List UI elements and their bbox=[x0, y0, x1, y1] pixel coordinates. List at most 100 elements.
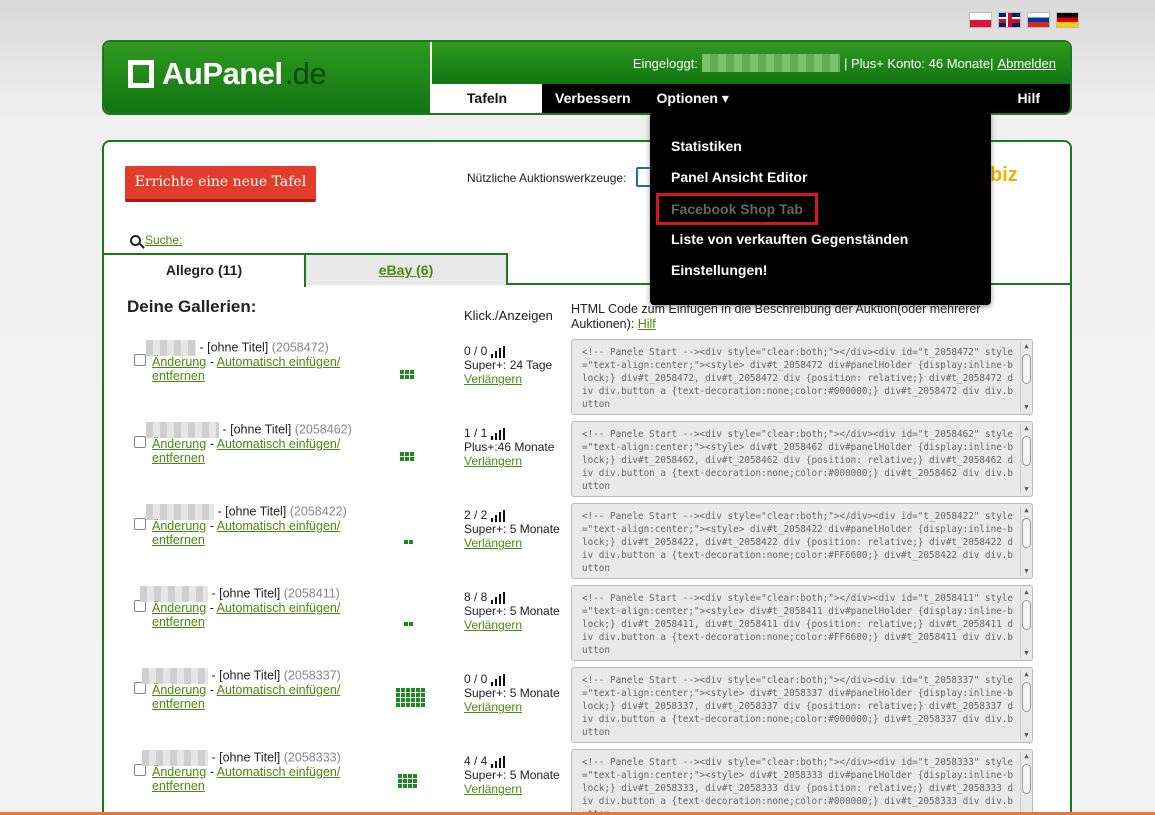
menu-item-einstellungen[interactable]: Einstellungen! bbox=[650, 258, 991, 289]
scroll-thumb[interactable] bbox=[1022, 764, 1031, 794]
scroll-down-icon[interactable]: ▼ bbox=[1022, 649, 1031, 658]
scroll-up-icon[interactable]: ▲ bbox=[1022, 670, 1031, 679]
row-checkbox[interactable] bbox=[134, 436, 146, 448]
html-help-link[interactable]: Hilf bbox=[638, 317, 656, 331]
auto-insert-link[interactable]: Automatisch einfügen/ bbox=[217, 683, 341, 697]
scroll-up-icon[interactable]: ▲ bbox=[1022, 588, 1031, 597]
new-panel-button[interactable]: Errichte eine neue Tafel bbox=[125, 166, 316, 202]
tab-ebay[interactable]: eBay (6) bbox=[306, 253, 508, 285]
code-scrollbar[interactable]: ▲▼ bbox=[1020, 506, 1031, 576]
code-scrollbar[interactable]: ▲▼ bbox=[1020, 588, 1031, 658]
extend-link[interactable]: Verlängern bbox=[464, 372, 522, 386]
panel-layout-icon bbox=[404, 540, 413, 544]
nav-hilf[interactable]: Hilf bbox=[1004, 84, 1070, 113]
change-link[interactable]: Änderung bbox=[152, 437, 206, 451]
extend-link[interactable]: Verlängern bbox=[464, 454, 522, 468]
auto-insert-link[interactable]: Automatisch einfügen/ bbox=[217, 519, 341, 533]
change-link[interactable]: Änderung bbox=[152, 519, 206, 533]
remove-link[interactable]: entfernen bbox=[152, 615, 205, 629]
auto-insert-link[interactable]: Automatisch einfügen/ bbox=[217, 601, 341, 615]
html-code-textarea[interactable]: <!-- Panele Start --><div style="clear:b… bbox=[571, 421, 1033, 497]
remove-link[interactable]: entfernen bbox=[152, 369, 205, 383]
remove-link[interactable]: entfernen bbox=[152, 451, 205, 465]
html-code-textarea[interactable]: <!-- Panele Start --><div style="clear:b… bbox=[571, 667, 1033, 743]
gallery-id: (2058422) bbox=[289, 504, 347, 519]
tool-biz-logo[interactable]: biz bbox=[990, 164, 1018, 187]
gallery-row: - [ohne Titel] (2058411) Änderung - Autom… bbox=[104, 585, 1064, 668]
menu-item-sold-items[interactable]: Liste von verkauften Gegenständen bbox=[650, 227, 991, 258]
stats-chart-icon[interactable] bbox=[490, 592, 505, 604]
menu-item-facebook-shop-tab[interactable]: Facebook Shop Tab bbox=[650, 193, 991, 227]
extend-link[interactable]: Verlängern bbox=[464, 536, 522, 550]
scroll-up-icon[interactable]: ▲ bbox=[1022, 342, 1031, 351]
panel-layout-icon bbox=[400, 370, 414, 379]
scroll-up-icon[interactable]: ▲ bbox=[1022, 506, 1031, 515]
row-links: Änderung - Automatisch einfügen/entferne… bbox=[152, 765, 341, 793]
nav-tafeln[interactable]: Tafeln bbox=[432, 84, 542, 113]
stats-chart-icon[interactable] bbox=[490, 510, 505, 522]
flag-ru-icon[interactable] bbox=[1027, 12, 1050, 28]
redacted-name bbox=[142, 668, 208, 684]
logo-name: AuPanel bbox=[162, 56, 283, 91]
html-code: <!-- Panele Start --><div style="clear:b… bbox=[582, 511, 1013, 574]
html-code: <!-- Panele Start --><div style="clear:b… bbox=[582, 757, 1013, 815]
auto-insert-link[interactable]: Automatisch einfügen/ bbox=[217, 355, 341, 369]
stats-chart-icon[interactable] bbox=[490, 756, 505, 768]
nav-optionen[interactable]: Optionen ▾ bbox=[644, 84, 742, 113]
change-link[interactable]: Änderung bbox=[152, 765, 206, 779]
site-header: AuPanel .de Eingeloggt: | Plus+ Konto: 4… bbox=[102, 40, 1072, 115]
scroll-thumb[interactable] bbox=[1022, 436, 1031, 466]
code-scrollbar[interactable]: ▲▼ bbox=[1020, 342, 1031, 412]
remove-link[interactable]: entfernen bbox=[152, 779, 205, 793]
scroll-thumb[interactable] bbox=[1022, 354, 1031, 384]
scroll-down-icon[interactable]: ▼ bbox=[1022, 485, 1031, 494]
menu-item-panel-editor[interactable]: Panel Ansicht Editor bbox=[650, 165, 991, 196]
row-checkbox[interactable] bbox=[134, 354, 146, 366]
scroll-thumb[interactable] bbox=[1022, 682, 1031, 712]
code-scrollbar[interactable]: ▲▼ bbox=[1020, 670, 1031, 740]
html-code-textarea[interactable]: <!-- Panele Start --><div style="clear:b… bbox=[571, 749, 1033, 815]
scroll-up-icon[interactable]: ▲ bbox=[1022, 424, 1031, 433]
tab-allegro[interactable]: Allegro (11) bbox=[104, 253, 306, 287]
scroll-thumb[interactable] bbox=[1022, 518, 1031, 548]
remove-link[interactable]: entfernen bbox=[152, 697, 205, 711]
row-stats: 0 / 0 Super+: 24 Tage Verlängern bbox=[464, 344, 552, 386]
html-code-textarea[interactable]: <!-- Panele Start --><div style="clear:b… bbox=[571, 503, 1033, 579]
tab-ebay-label[interactable]: eBay (6) bbox=[379, 262, 433, 278]
scroll-down-icon[interactable]: ▼ bbox=[1022, 403, 1031, 412]
flag-gb-icon[interactable] bbox=[998, 12, 1021, 28]
extend-link[interactable]: Verlängern bbox=[464, 700, 522, 714]
stats-chart-icon[interactable] bbox=[490, 346, 505, 358]
flag-de-icon[interactable] bbox=[1056, 12, 1079, 28]
extend-link[interactable]: Verlängern bbox=[464, 618, 522, 632]
change-link[interactable]: Änderung bbox=[152, 683, 206, 697]
stats-chart-icon[interactable] bbox=[490, 674, 505, 686]
search-link[interactable]: Suche: bbox=[145, 233, 182, 247]
stats-chart-icon[interactable] bbox=[490, 428, 505, 440]
logout-link[interactable]: Abmelden bbox=[997, 56, 1056, 71]
panel-layout-icon bbox=[404, 622, 413, 626]
menu-item-statistiken[interactable]: Statistiken bbox=[650, 134, 991, 165]
scroll-down-icon[interactable]: ▼ bbox=[1022, 567, 1031, 576]
html-code-textarea[interactable]: <!-- Panele Start --><div style="clear:b… bbox=[571, 339, 1033, 415]
change-link[interactable]: Änderung bbox=[152, 355, 206, 369]
auto-insert-link[interactable]: Automatisch einfügen/ bbox=[217, 765, 341, 779]
remove-link[interactable]: entfernen bbox=[152, 533, 205, 547]
auto-insert-link[interactable]: Automatisch einfügen/ bbox=[217, 437, 341, 451]
redacted-name bbox=[146, 422, 219, 438]
scroll-down-icon[interactable]: ▼ bbox=[1022, 731, 1031, 740]
logo[interactable]: AuPanel .de bbox=[128, 56, 327, 92]
row-checkbox[interactable] bbox=[134, 518, 146, 530]
extend-link[interactable]: Verlängern bbox=[464, 782, 522, 796]
gallery-row: - [ohne Titel] (2058333) Änderung - Autom… bbox=[104, 749, 1064, 815]
scroll-thumb[interactable] bbox=[1022, 600, 1031, 630]
gallery-title: - [ohne Titel] bbox=[217, 504, 287, 519]
code-scrollbar[interactable]: ▲▼ bbox=[1020, 752, 1031, 815]
click-count: 0 / 0 bbox=[464, 672, 488, 686]
html-code-textarea[interactable]: <!-- Panele Start --><div style="clear:b… bbox=[571, 585, 1033, 661]
code-scrollbar[interactable]: ▲▼ bbox=[1020, 424, 1031, 494]
nav-verbessern[interactable]: Verbessern bbox=[542, 84, 644, 113]
flag-pl-icon[interactable] bbox=[969, 12, 992, 28]
scroll-up-icon[interactable]: ▲ bbox=[1022, 752, 1031, 761]
change-link[interactable]: Änderung bbox=[152, 601, 206, 615]
